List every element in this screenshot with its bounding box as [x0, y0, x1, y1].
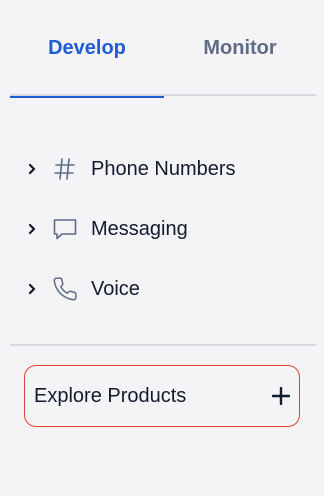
nav-item-label: Messaging: [91, 217, 188, 240]
nav-item-phone-numbers[interactable]: Phone Numbers: [24, 152, 304, 186]
nav-item-label: Voice: [91, 277, 140, 300]
explore-products-button[interactable]: Explore Products: [24, 365, 300, 427]
nav-item-voice[interactable]: Voice: [24, 272, 304, 306]
divider: [10, 344, 316, 346]
tab-monitor[interactable]: Monitor: [164, 0, 316, 96]
plus-icon[interactable]: [271, 386, 291, 406]
nav-item-messaging[interactable]: Messaging: [24, 212, 304, 246]
explore-products-label: Explore Products: [34, 384, 187, 407]
hash-icon: [52, 156, 78, 182]
chevron-right-icon[interactable]: [24, 161, 40, 177]
nav-item-label: Phone Numbers: [91, 157, 236, 180]
phone-icon: [52, 276, 78, 302]
chat-bubble-icon: [52, 216, 78, 242]
tab-bar: Develop Monitor: [10, 0, 316, 98]
chevron-right-icon[interactable]: [24, 281, 40, 297]
tab-develop[interactable]: Develop: [10, 0, 164, 98]
chevron-right-icon[interactable]: [24, 221, 40, 237]
